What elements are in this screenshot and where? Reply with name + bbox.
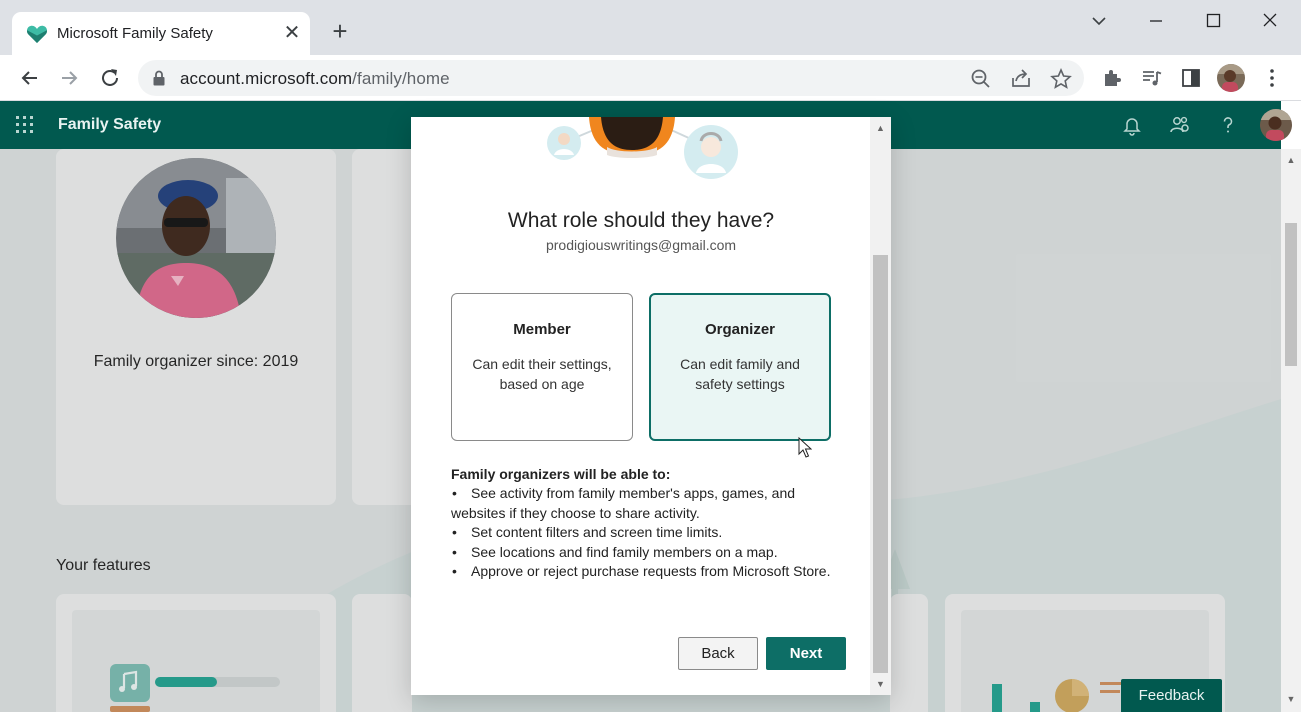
benefits-list: See activity from family member's apps, …	[451, 484, 851, 582]
browser-toolbar: account.microsoft.com/family/home	[0, 55, 1301, 101]
role-description: Can edit their settings, based on age	[472, 356, 612, 392]
reload-icon[interactable]	[97, 65, 123, 91]
new-tab-icon[interactable]: +	[326, 17, 354, 45]
media-control-icon[interactable]	[1139, 65, 1165, 91]
app-launcher-icon[interactable]	[16, 116, 34, 134]
app-name[interactable]: Family Safety	[58, 116, 161, 134]
family-members-illustration	[547, 117, 738, 179]
next-button[interactable]: Next	[766, 637, 846, 670]
profile-avatar-icon[interactable]	[1217, 64, 1245, 92]
member-email: prodigiouswritings@gmail.com	[545, 237, 737, 253]
tab-close-icon[interactable]: ✕	[282, 22, 302, 44]
url-path: /family/home	[352, 69, 450, 88]
close-window-icon[interactable]	[1256, 8, 1284, 34]
address-bar[interactable]: account.microsoft.com/family/home	[138, 60, 1084, 96]
family-safety-heart-icon	[26, 25, 48, 43]
benefits-title: Family organizers will be able to:	[451, 466, 671, 482]
dialog-scroll-down-icon[interactable]: ▼	[870, 677, 891, 691]
dialog-scroll-up-icon[interactable]: ▲	[870, 121, 891, 135]
browser-tab[interactable]: Microsoft Family Safety ✕	[12, 12, 310, 55]
page-scrollbar[interactable]: ▲ ▼	[1281, 149, 1301, 712]
back-arrow-icon[interactable]	[17, 65, 43, 91]
list-item: See activity from family member's apps, …	[451, 484, 851, 523]
notifications-bell-icon[interactable]	[1121, 114, 1143, 136]
maximize-icon[interactable]	[1199, 8, 1227, 34]
role-name: Member	[513, 321, 571, 338]
minimize-icon[interactable]	[1142, 8, 1170, 34]
url-host: account.microsoft.com	[180, 69, 353, 88]
scroll-down-arrow-icon[interactable]: ▼	[1281, 692, 1301, 706]
list-item: Set content filters and screen time limi…	[451, 523, 851, 543]
chrome-menu-icon[interactable]	[1259, 65, 1285, 91]
role-description: Can edit family and safety settings	[680, 356, 800, 392]
scroll-up-arrow-icon[interactable]: ▲	[1281, 153, 1301, 167]
list-item: See locations and find family members on…	[451, 543, 851, 563]
share-icon[interactable]	[1010, 68, 1032, 90]
side-panel-icon[interactable]	[1178, 65, 1204, 91]
tab-title: Microsoft Family Safety	[57, 25, 213, 42]
role-name: Organizer	[704, 321, 776, 338]
dialog-scrollbar[interactable]: ▲ ▼	[870, 117, 891, 695]
mouse-cursor-icon	[798, 437, 812, 458]
dialog-title: What role should they have?	[507, 209, 775, 232]
dialog-scrollbar-thumb[interactable]	[873, 255, 888, 673]
bookmark-star-icon[interactable]	[1050, 68, 1072, 90]
role-dialog: What role should they have? prodigiouswr…	[411, 117, 891, 695]
member-role-option[interactable]: Member Can edit their settings, based on…	[451, 293, 633, 441]
browser-tab-strip: Microsoft Family Safety ✕ +	[0, 0, 1301, 55]
forward-arrow-icon[interactable]	[56, 65, 82, 91]
extensions-puzzle-icon[interactable]	[1100, 65, 1126, 91]
tab-search-chevron-icon[interactable]	[1085, 8, 1113, 34]
account-avatar-icon[interactable]	[1260, 109, 1292, 141]
url-text[interactable]: account.microsoft.com/family/home	[180, 69, 450, 89]
organizer-role-option[interactable]: Organizer Can edit family and safety set…	[649, 293, 831, 441]
feedback-button[interactable]: Feedback	[1121, 679, 1222, 712]
zoom-out-icon[interactable]	[970, 68, 992, 90]
family-settings-icon[interactable]	[1169, 114, 1191, 136]
organizer-benefits: Family organizers will be able to: See a…	[451, 465, 851, 582]
help-icon[interactable]	[1217, 114, 1239, 136]
page-scrollbar-thumb[interactable]	[1285, 223, 1297, 366]
lock-icon[interactable]	[152, 70, 166, 86]
back-button[interactable]: Back	[678, 637, 758, 670]
list-item: Approve or reject purchase requests from…	[451, 562, 851, 582]
